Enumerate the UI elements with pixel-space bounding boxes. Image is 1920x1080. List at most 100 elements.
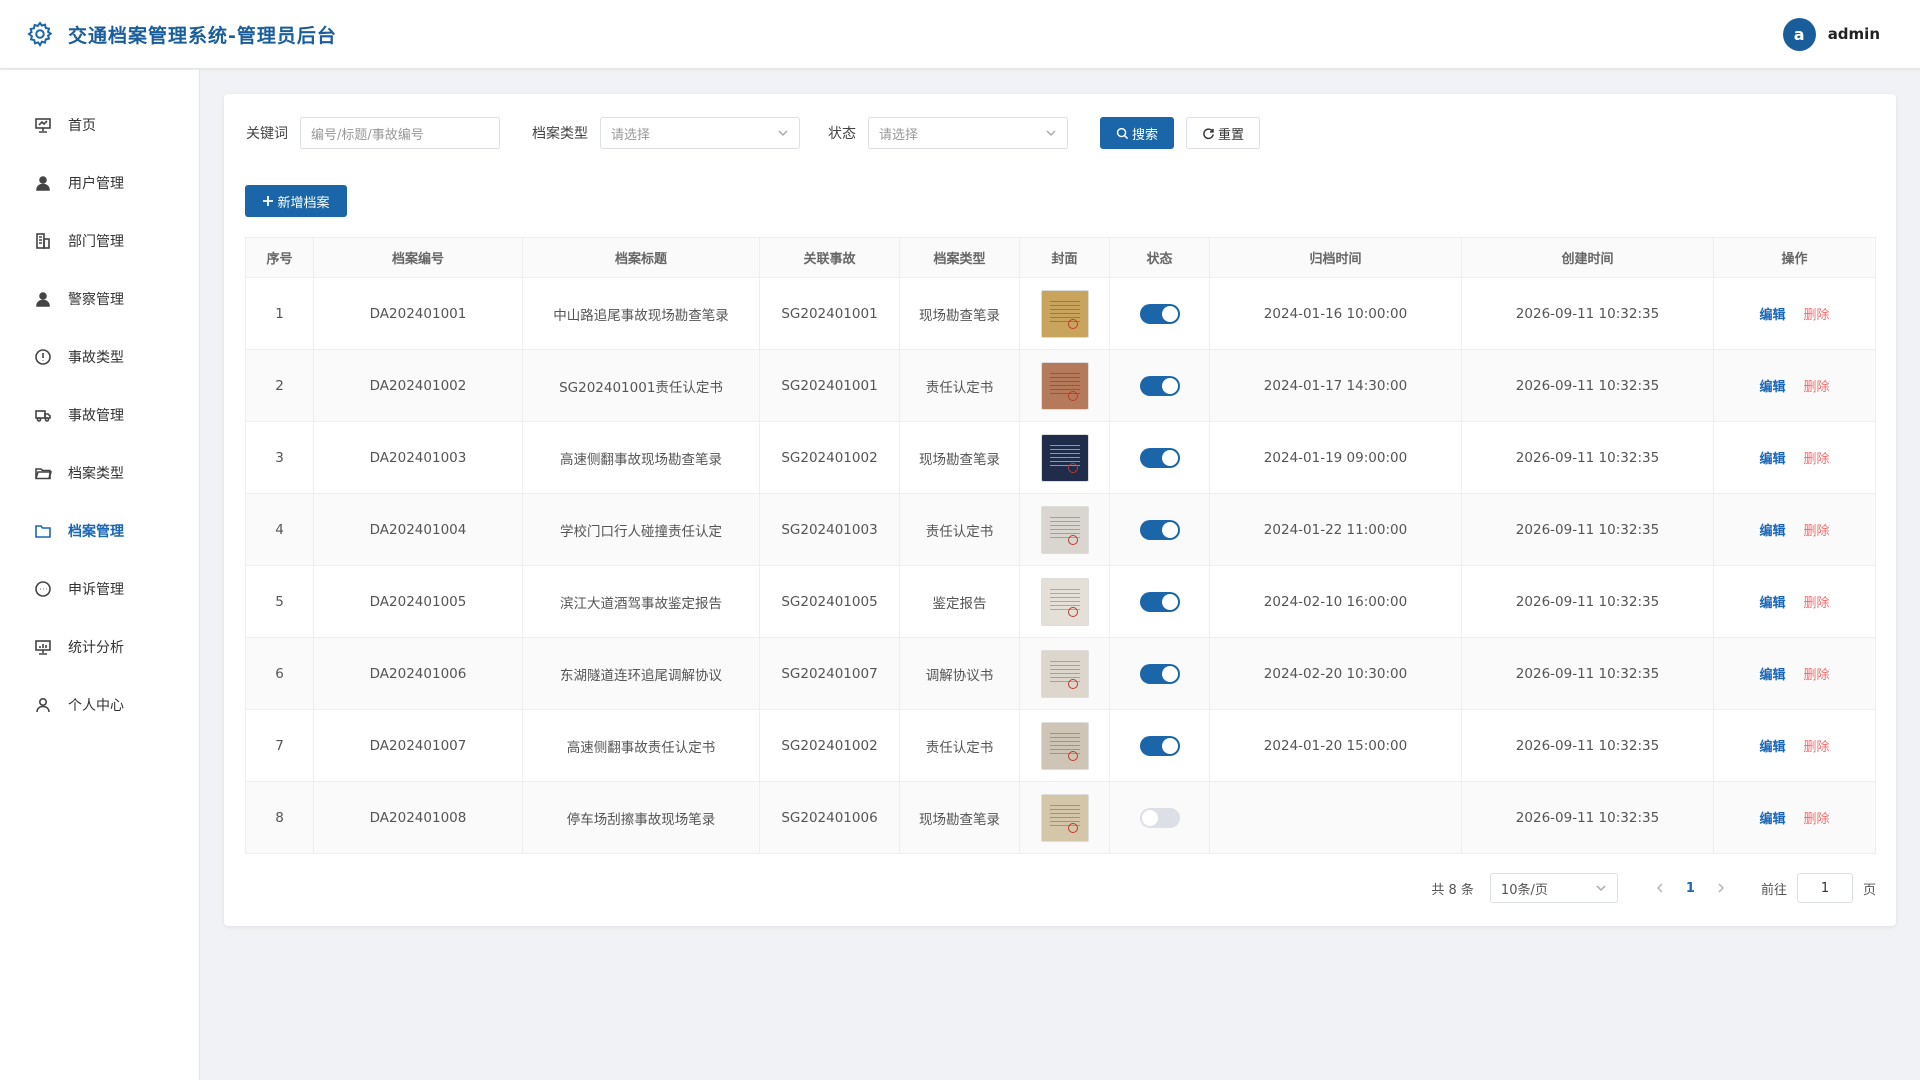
- cell-status: [1109, 349, 1210, 422]
- status-toggle[interactable]: [1139, 303, 1180, 324]
- delete-button[interactable]: 删除: [1804, 376, 1830, 395]
- cell-actions: 编辑 删除: [1713, 277, 1876, 350]
- delete-button[interactable]: 删除: [1804, 664, 1830, 683]
- table-row: 2 DA202401002 SG202401001责任认定书 SG202401001 责…: [245, 349, 1876, 422]
- status-toggle[interactable]: [1139, 519, 1180, 540]
- cell-cover: [1019, 349, 1110, 422]
- sidebar-item-1[interactable]: 用户管理: [0, 154, 199, 212]
- cell-title: 东湖隧道连环追尾调解协议: [522, 637, 760, 710]
- sidebar-item-10[interactable]: 个人中心: [0, 676, 199, 734]
- cell-no: 6: [245, 637, 314, 710]
- edit-button[interactable]: 编辑: [1759, 520, 1785, 539]
- delete-button[interactable]: 删除: [1804, 304, 1830, 323]
- cover-thumbnail[interactable]: [1040, 361, 1089, 410]
- cell-status: [1109, 493, 1210, 566]
- status-toggle[interactable]: [1139, 375, 1180, 396]
- building-icon: [36, 233, 50, 249]
- cell-cover: [1019, 781, 1110, 854]
- delete-button[interactable]: 删除: [1804, 736, 1830, 755]
- status-toggle[interactable]: [1139, 735, 1180, 756]
- chevron-down-icon: [778, 130, 788, 137]
- user-menu[interactable]: a admin: [1782, 17, 1880, 51]
- cell-title: 滨江大道酒驾事故鉴定报告: [522, 565, 760, 638]
- chevron-down-icon: [1046, 130, 1056, 137]
- edit-button[interactable]: 编辑: [1759, 376, 1785, 395]
- cover-thumbnail[interactable]: [1040, 793, 1089, 842]
- edit-button[interactable]: 编辑: [1759, 664, 1785, 683]
- archive-type-select[interactable]: 请选择: [600, 117, 800, 149]
- cover-thumbnail[interactable]: [1040, 649, 1089, 698]
- cell-type: 鉴定报告: [899, 565, 1020, 638]
- cover-thumbnail[interactable]: [1040, 433, 1089, 482]
- cell-actions: 编辑 删除: [1713, 493, 1876, 566]
- status-toggle[interactable]: [1139, 591, 1180, 612]
- sidebar-item-0[interactable]: 首页: [0, 96, 199, 154]
- current-page[interactable]: 1: [1686, 881, 1695, 896]
- table-row: 4 DA202401004 学校门口行人碰撞责任认定 SG202401003 责任认定书…: [245, 493, 1876, 566]
- search-icon: [1116, 127, 1129, 139]
- cell-type: 责任认定书: [899, 349, 1020, 422]
- goto-page-input[interactable]: 1: [1796, 873, 1853, 903]
- sidebar-item-8[interactable]: 申诉管理: [0, 560, 199, 618]
- edit-button[interactable]: 编辑: [1759, 448, 1785, 467]
- avatar[interactable]: a: [1782, 17, 1816, 51]
- edit-button[interactable]: 编辑: [1759, 808, 1785, 827]
- cell-cover: [1019, 565, 1110, 638]
- cover-thumbnail[interactable]: [1040, 721, 1089, 770]
- table-row: 5 DA202401005 滨江大道酒驾事故鉴定报告 SG202401005 鉴定报告 2…: [245, 565, 1876, 638]
- cell-accident: SG202401002: [759, 709, 900, 782]
- sidebar-item-5[interactable]: 事故管理: [0, 386, 199, 444]
- cell-no: 7: [245, 709, 314, 782]
- cell-type: 责任认定书: [899, 709, 1020, 782]
- status-toggle[interactable]: [1139, 807, 1180, 828]
- add-archive-button[interactable]: 新增档案: [245, 185, 347, 217]
- cell-archived: 2024-01-17 14:30:00: [1209, 349, 1462, 422]
- sidebar-item-label: 档案管理: [68, 524, 124, 540]
- edit-button[interactable]: 编辑: [1759, 736, 1785, 755]
- sidebar-item-label: 部门管理: [68, 234, 124, 250]
- sidebar-item-7[interactable]: 档案管理: [0, 502, 199, 560]
- prev-page-icon[interactable]: [1654, 882, 1666, 894]
- sidebar-item-9[interactable]: 统计分析: [0, 618, 199, 676]
- column-header: 关联事故: [759, 237, 900, 278]
- dashboard-icon: [35, 118, 51, 133]
- cell-cover: [1019, 493, 1110, 566]
- cell-accident: SG202401001: [759, 349, 900, 422]
- cell-title: 中山路追尾事故现场勘查笔录: [522, 277, 760, 350]
- page-size-value: 10条/页: [1500, 882, 1548, 898]
- cover-thumbnail[interactable]: [1040, 577, 1089, 626]
- profile-icon: [36, 697, 50, 713]
- status-placeholder: 请选择: [879, 127, 919, 143]
- search-button-label: 搜索: [1131, 127, 1158, 143]
- sidebar-item-label: 事故管理: [68, 408, 124, 424]
- sidebar-item-4[interactable]: 事故类型: [0, 328, 199, 386]
- delete-button[interactable]: 删除: [1804, 448, 1830, 467]
- search-button[interactable]: 搜索: [1100, 117, 1174, 149]
- archive-type-placeholder: 请选择: [611, 127, 651, 143]
- status-select[interactable]: 请选择: [868, 117, 1068, 149]
- sidebar-item-2[interactable]: 部门管理: [0, 212, 199, 270]
- sidebar-item-3[interactable]: 警察管理: [0, 270, 199, 328]
- cell-status: [1109, 709, 1210, 782]
- status-toggle[interactable]: [1139, 447, 1180, 468]
- edit-button[interactable]: 编辑: [1759, 304, 1785, 323]
- cover-thumbnail[interactable]: [1040, 289, 1089, 338]
- status-toggle[interactable]: [1139, 663, 1180, 684]
- cell-code: DA202401004: [313, 493, 523, 566]
- user-name[interactable]: admin: [1828, 25, 1880, 43]
- page-size-select[interactable]: 10条/页: [1489, 873, 1618, 903]
- cell-code: DA202401002: [313, 349, 523, 422]
- edit-button[interactable]: 编辑: [1759, 592, 1785, 611]
- delete-button[interactable]: 删除: [1804, 520, 1830, 539]
- reset-button[interactable]: 重置: [1186, 117, 1260, 149]
- page-suffix: 页: [1862, 882, 1876, 898]
- cell-created: 2026-09-11 10:32:35: [1461, 277, 1714, 350]
- delete-button[interactable]: 删除: [1804, 592, 1830, 611]
- next-page-icon[interactable]: [1715, 882, 1727, 894]
- delete-button[interactable]: 删除: [1804, 808, 1830, 827]
- folder-open-icon: [35, 468, 52, 480]
- sidebar-item-6[interactable]: 档案类型: [0, 444, 199, 502]
- cell-archived: [1209, 781, 1462, 854]
- cover-thumbnail[interactable]: [1040, 505, 1089, 554]
- keyword-input[interactable]: 编号/标题/事故编号: [300, 117, 500, 149]
